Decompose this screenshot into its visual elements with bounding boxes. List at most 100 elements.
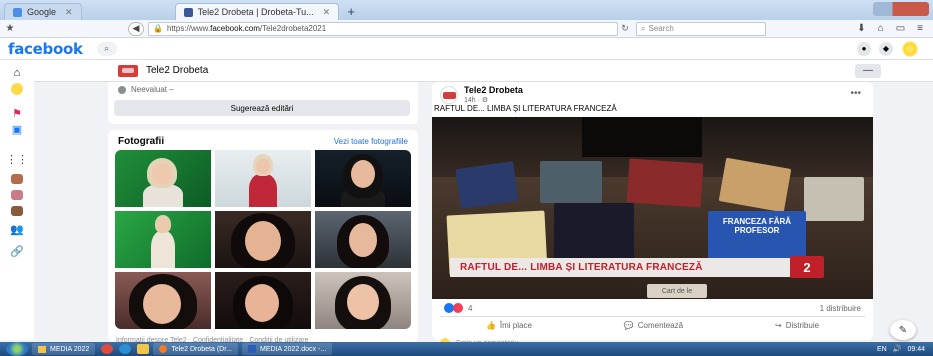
comment-button[interactable]: 💬 Comentează <box>624 318 683 332</box>
apps-grid-icon[interactable]: ⋮⋮ <box>6 152 28 166</box>
photo-thumbnail[interactable] <box>315 211 411 268</box>
google-favicon-icon <box>13 7 22 17</box>
start-button[interactable] <box>6 342 28 356</box>
profile-avatar-icon[interactable] <box>9 82 25 96</box>
window-controls[interactable] <box>873 2 929 16</box>
chrome-icon[interactable] <box>101 344 114 354</box>
video-card-label: Cart de le <box>647 284 707 298</box>
info-icon <box>118 85 126 94</box>
suggest-edits-button[interactable]: Sugerează editări <box>114 100 410 116</box>
new-tab-button[interactable]: + <box>342 3 360 20</box>
book-cover <box>540 161 602 203</box>
book-cover <box>804 177 864 221</box>
back-button[interactable]: ◀ <box>128 21 144 36</box>
facebook-header: facebook ⌕ ● ◆ <box>0 38 933 60</box>
folder-icon <box>38 345 46 353</box>
book-title: FRANCEZA FĂRĂ PROFESOR <box>722 217 792 235</box>
search-placeholder: Search <box>648 24 674 33</box>
clock[interactable]: 09:44 <box>907 346 925 353</box>
link-icon[interactable]: 🔗 <box>9 244 25 258</box>
marketplace-icon[interactable]: ▣ <box>9 122 25 136</box>
tab-label: Google <box>27 7 57 17</box>
home-icon[interactable]: ⌂ <box>9 66 25 80</box>
photo-thumbnail[interactable] <box>115 211 211 268</box>
photo-thumbnail[interactable] <box>315 150 411 207</box>
left-column: Neevaluat – Sugerează editări Fotografii… <box>108 82 418 342</box>
facebook-logo[interactable]: facebook <box>8 40 83 58</box>
shortcut-icon-3[interactable] <box>9 204 25 218</box>
taskbar-item-word[interactable]: MEDIA 2022.docx -... <box>242 343 333 355</box>
browser-nav-bar: ★ ◀ 🔒 https://www.facebook.com/Tele2drob… <box>0 20 933 38</box>
tab-tele2-drobeta[interactable]: Tele2 Drobeta | Drobeta-Tu... ✕ <box>174 3 340 20</box>
messenger-icon[interactable]: ● <box>857 41 871 56</box>
pocket-icon[interactable]: ⌂ <box>878 23 884 34</box>
notifications-bell-icon[interactable]: ◆ <box>879 41 893 56</box>
shortcut-icon-1[interactable] <box>9 172 25 186</box>
browser-tab-bar: Google ✕ Tele2 Drobeta | Drobeta-Tu... ✕… <box>0 0 933 20</box>
photo-thumbnail[interactable] <box>315 272 411 329</box>
address-bar[interactable]: 🔒 https://www.facebook.com/Tele2drobeta2… <box>148 21 618 36</box>
pages-flag-icon[interactable]: ⚑ <box>9 106 25 120</box>
browser-toolbar-icons: ⬇ ⌂ ▭ ≡ <box>857 23 933 34</box>
bookmark-star-icon[interactable]: ★ <box>0 23 20 34</box>
photo-thumbnail[interactable] <box>215 272 311 329</box>
post-author-avatar[interactable] <box>440 86 458 104</box>
page-title[interactable]: Tele2 Drobeta <box>146 65 208 76</box>
new-message-button[interactable]: ✎ <box>890 320 916 340</box>
comment-icon: 💬 <box>623 320 634 330</box>
reload-icon[interactable]: ↻ <box>618 23 632 34</box>
tele2-logo <box>118 64 138 77</box>
share-button[interactable]: ↪ Distribuie <box>775 318 819 332</box>
rating-row: Neevaluat – <box>118 85 174 94</box>
groups-icon[interactable]: 👥 <box>9 222 25 236</box>
post-actions: 👍 Îmi place 💬 Comentează ↪ Distribuie <box>440 318 865 332</box>
taskbar-item-firefox[interactable]: Tele2 Drobeta (Dr... <box>153 343 239 355</box>
book-cover <box>626 158 704 208</box>
left-shortcut-rail: ⌂ ⚑ ▣ ⋮⋮ 👥 🔗 <box>0 60 34 340</box>
like-button[interactable]: 👍 Îmi place <box>486 318 532 332</box>
library-icon[interactable]: ▭ <box>896 23 905 34</box>
divider <box>440 316 865 317</box>
post-caption: RAFTUL DE... LIMBA ȘI LITERATURA FRANCEZ… <box>434 104 617 113</box>
more-options-button[interactable]: — <box>855 63 881 78</box>
see-all-photos-link[interactable]: Vezi toate fotografiile <box>334 137 408 146</box>
post-author-name[interactable]: Tele2 Drobeta <box>464 85 523 95</box>
post-options-icon[interactable]: ••• <box>850 88 861 99</box>
menu-icon[interactable]: ≡ <box>917 23 923 34</box>
photo-thumbnail[interactable] <box>215 211 311 268</box>
close-tab-icon[interactable]: ✕ <box>65 7 73 18</box>
word-icon <box>248 345 257 353</box>
taskbar-item-folder[interactable]: MEDIA 2022 <box>32 343 96 355</box>
download-icon[interactable]: ⬇ <box>857 23 865 34</box>
photo-thumbnail[interactable] <box>115 150 211 207</box>
love-reaction-icon <box>453 303 463 313</box>
reactions-summary[interactable]: 4 <box>444 303 472 313</box>
volume-icon[interactable]: 🔊 <box>893 345 902 353</box>
book-cover: FRANCEZA FĂRĂ PROFESOR <box>708 211 806 261</box>
photos-card: Fotografii Vezi toate fotografiile <box>108 130 418 342</box>
tab-label: Tele2 Drobeta | Drobeta-Tu... <box>197 7 314 17</box>
language-indicator[interactable]: EN <box>877 346 887 353</box>
photo-thumbnail[interactable] <box>215 150 311 207</box>
facebook-favicon-icon <box>183 7 193 17</box>
explorer-icon[interactable] <box>137 344 150 354</box>
post-timestamp[interactable]: 14h · ⚙ <box>464 96 488 104</box>
lock-icon: 🔒 <box>153 24 163 33</box>
shortcut-icon-2[interactable] <box>9 188 25 202</box>
system-tray: EN 🔊 09:44 <box>877 345 933 354</box>
facebook-search-button[interactable]: ⌕ <box>96 41 117 56</box>
tele2-video-logo: 2 <box>790 256 824 278</box>
close-tab-icon[interactable]: ✕ <box>323 7 331 18</box>
browser-search-input[interactable]: ⌕ Search <box>636 21 766 36</box>
search-icon: ⌕ <box>641 23 646 33</box>
shares-count[interactable]: 1 distribuire <box>820 304 861 313</box>
edge-icon[interactable] <box>119 344 132 354</box>
account-avatar[interactable] <box>901 39 919 58</box>
book-cover <box>455 161 519 209</box>
post-video[interactable]: FRANCEZA FĂRĂ PROFESOR RAFTUL DE... LIMB… <box>432 117 873 299</box>
photo-thumbnail[interactable] <box>115 272 211 329</box>
photos-title: Fotografii <box>118 136 165 147</box>
photos-grid <box>115 150 411 329</box>
url-text: https://www.facebook.com/Tele2drobeta202… <box>166 24 327 33</box>
tab-google[interactable]: Google ✕ <box>4 3 82 20</box>
